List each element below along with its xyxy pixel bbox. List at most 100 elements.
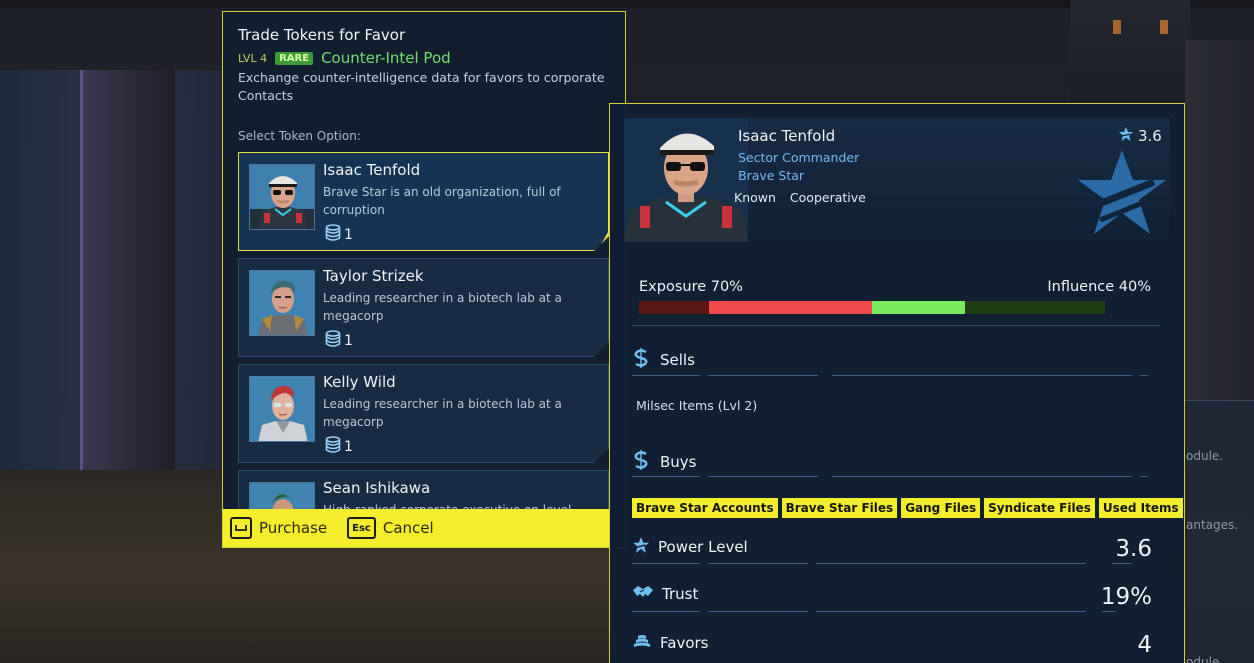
rarity-badge: RARE <box>275 51 314 65</box>
item-description: Exchange counter-intelligence data for f… <box>238 70 605 103</box>
space-key-icon <box>230 517 252 539</box>
item-level: LVL 4 <box>238 51 268 65</box>
influence-remaining-segment <box>965 301 1105 314</box>
contact-portrait <box>249 482 315 509</box>
purchase-label: Purchase <box>259 519 328 537</box>
purchase-button[interactable]: Purchase <box>230 517 327 539</box>
token-list[interactable]: Isaac Tenfold Brave Star is an old organ… <box>238 152 610 509</box>
divider <box>632 375 1148 383</box>
divider <box>632 611 1148 619</box>
buy-tag: Brave Star Accounts <box>632 498 778 518</box>
contact-portrait <box>249 376 315 442</box>
contact-name: Isaac Tenfold <box>738 127 836 145</box>
contact-faction: Brave Star <box>738 168 805 183</box>
stat-label-text: Favors <box>660 634 709 652</box>
stat-label-text: Power Level <box>658 538 748 556</box>
action-footer: Purchase Esc Cancel <box>223 509 610 547</box>
stat-power-level: Power Level 3.6 <box>632 536 1152 566</box>
token-name: Sean Ishikawa <box>323 479 431 497</box>
token-name: Kelly Wild <box>323 373 396 391</box>
contact-tags: Known Cooperative <box>734 190 866 205</box>
power-star-icon <box>1118 126 1134 146</box>
stat-favors: Favors 4 <box>632 632 1152 662</box>
contact-role: Sector Commander <box>738 150 860 165</box>
buy-tag: Gang Files <box>901 498 981 518</box>
stat-value: 4 <box>1137 632 1152 658</box>
handshake-icon <box>632 584 654 604</box>
power-rating: 3.6 <box>1118 126 1162 146</box>
stat-label: Trust <box>632 584 698 604</box>
influence-label: Influence 40% <box>1047 279 1151 295</box>
exposure-influence-section: Exposure 70% Influence 40% <box>632 256 1160 326</box>
contact-detail-panel: Isaac Tenfold Sector Commander Brave Sta… <box>609 103 1185 663</box>
credits-icon <box>632 450 650 474</box>
token-stack-icon <box>325 330 341 351</box>
stat-value: 19% <box>1100 584 1152 610</box>
sells-items: Milsec Items (Lvl 2) <box>636 398 758 413</box>
exposure-segment <box>708 301 872 314</box>
stat-label: Power Level <box>632 536 748 558</box>
brave-star-emblem-icon <box>1076 148 1168 236</box>
contact-portrait-large <box>624 118 748 242</box>
favors-icon <box>632 632 652 654</box>
stat-trust: Trust 19% <box>632 584 1152 614</box>
token-description: Brave Star is an old organization, full … <box>323 185 561 217</box>
contact-portrait <box>249 164 315 230</box>
exposure-remaining-segment <box>639 301 709 314</box>
item-name: Counter-Intel Pod <box>321 49 451 67</box>
bg-pillar <box>80 70 175 500</box>
token-description: Leading researcher in a biotech lab at a… <box>323 397 562 429</box>
influence-segment <box>871 301 966 314</box>
stat-label-text: Trust <box>662 585 699 603</box>
buy-tag: Syndicate Files <box>984 498 1095 518</box>
bg-light <box>1113 20 1121 34</box>
credits-icon <box>632 348 650 372</box>
token-description: High-ranked corporate executive on level <box>323 501 593 509</box>
select-token-label: Select Token Option: <box>238 129 361 143</box>
token-option-isaac-tenfold[interactable]: Isaac Tenfold Brave Star is an old organ… <box>238 152 609 251</box>
panel-title: Trade Tokens for Favor <box>238 26 406 44</box>
stat-value: 3.6 <box>1115 536 1152 562</box>
cancel-label: Cancel <box>382 519 434 537</box>
token-option-kelly-wild[interactable]: Kelly Wild Leading researcher in a biote… <box>238 364 609 463</box>
token-cost: 1 <box>325 330 353 351</box>
buys-tag-list: Brave Star Accounts Brave Star Files Gan… <box>632 498 1183 518</box>
bg-text: odule. <box>1186 449 1224 463</box>
esc-key-icon: Esc <box>347 517 376 539</box>
sells-title: Sells <box>660 351 695 369</box>
buys-title: Buys <box>660 453 697 471</box>
divider <box>632 563 1148 571</box>
exposure-label: Exposure 70% <box>639 279 743 295</box>
buys-section-title: Buys <box>632 450 697 474</box>
token-cost-value: 1 <box>344 438 353 455</box>
buy-tag: Used Items <box>1098 498 1183 518</box>
power-rating-value: 3.6 <box>1138 127 1162 145</box>
cancel-button[interactable]: Esc Cancel <box>347 517 434 539</box>
bg-text: antages. <box>1186 518 1239 532</box>
item-meta: LVL 4 RARE Counter-Intel Pod <box>238 49 451 67</box>
token-name: Taylor Strizek <box>323 267 424 285</box>
exposure-influence-bar <box>639 301 1105 314</box>
bg-text: odule <box>1186 655 1220 663</box>
token-cost: 1 <box>325 224 353 245</box>
token-stack-icon <box>325 436 341 457</box>
token-cost-value: 1 <box>344 226 353 243</box>
token-cost-value: 1 <box>344 332 353 349</box>
stat-label: Favors <box>632 632 708 654</box>
divider <box>632 476 1148 484</box>
token-cost: 1 <box>325 436 353 457</box>
contact-portrait <box>249 270 315 336</box>
token-option-taylor-strizek[interactable]: Taylor Strizek Leading researcher in a b… <box>238 258 609 357</box>
status-tag-known: Known <box>734 190 776 205</box>
buy-tag: Brave Star Files <box>781 498 898 518</box>
power-level-icon <box>632 536 650 558</box>
bg-door <box>1070 0 1190 110</box>
status-tag-cooperative: Cooperative <box>789 190 866 205</box>
trade-tokens-panel: Trade Tokens for Favor LVL 4 RARE Counte… <box>222 11 626 548</box>
token-name: Isaac Tenfold <box>323 161 421 179</box>
token-description: Leading researcher in a biotech lab at a… <box>323 291 562 323</box>
token-stack-icon <box>325 224 341 245</box>
token-option-sean-ishikawa[interactable]: Sean Ishikawa High-ranked corporate exec… <box>238 470 609 509</box>
sells-section-title: Sells <box>632 348 695 372</box>
bg-light <box>1160 20 1168 34</box>
